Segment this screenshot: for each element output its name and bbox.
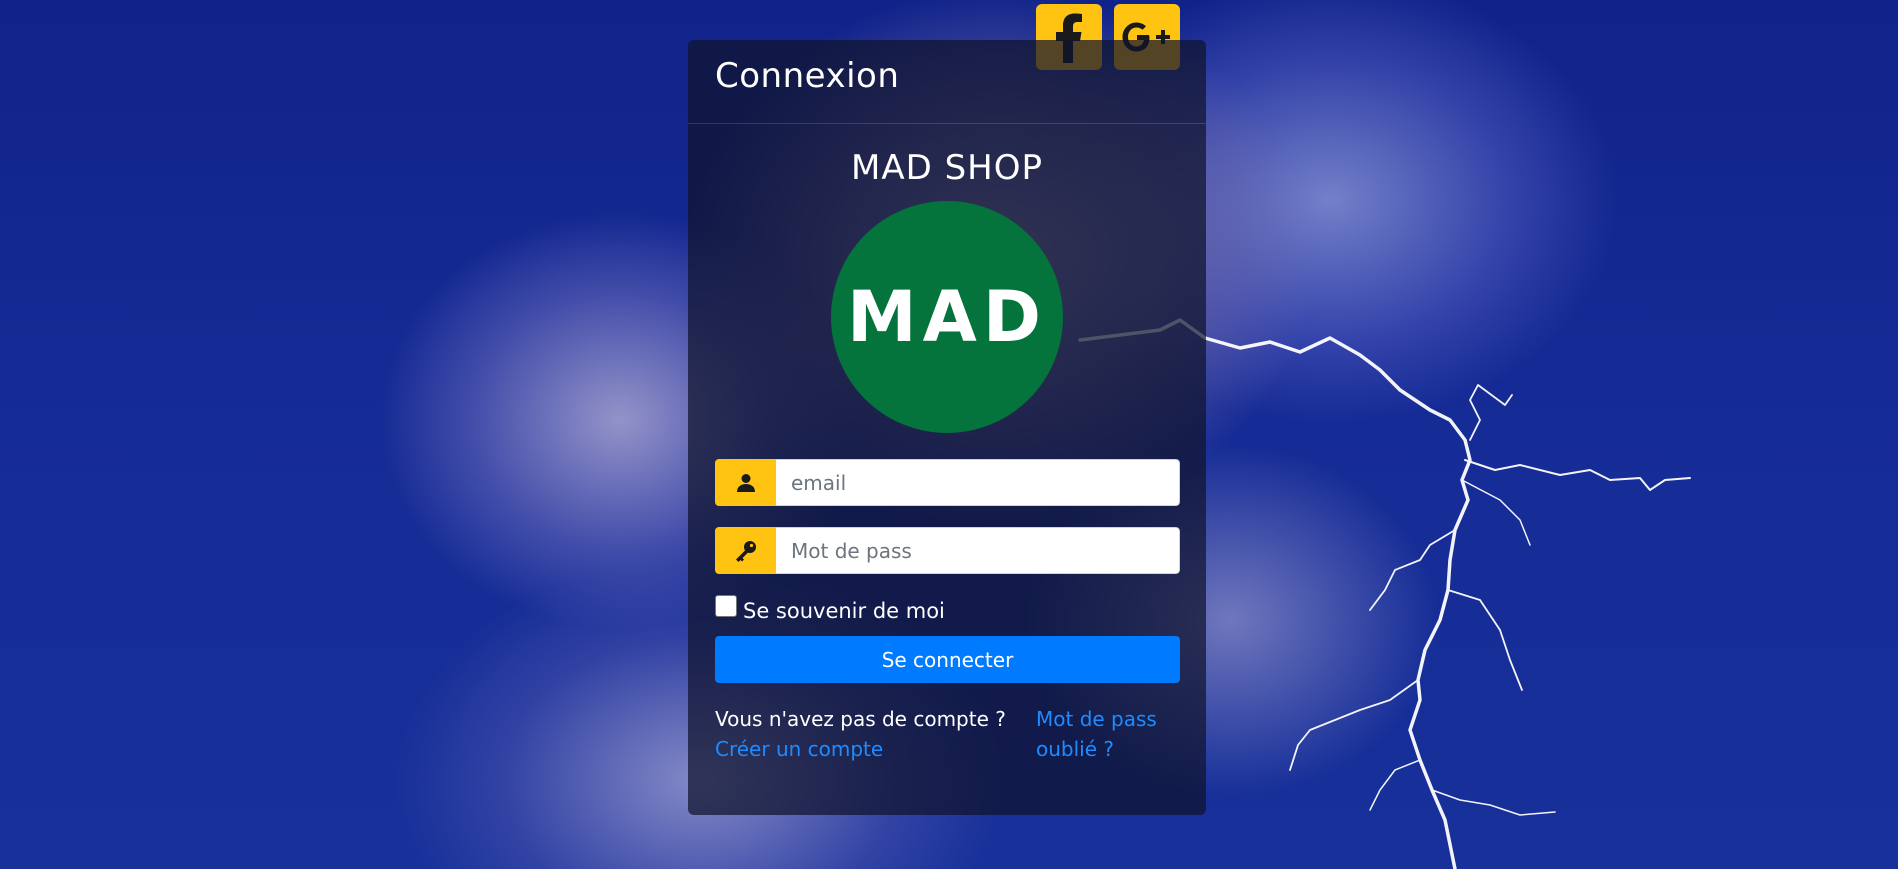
email-input[interactable] — [776, 459, 1180, 506]
signup-prompt: Vous n'avez pas de compte ? Créer un com… — [715, 704, 1006, 764]
user-icon — [715, 459, 776, 506]
create-account-link[interactable]: Créer un compte — [715, 734, 1006, 764]
remember-me-checkbox[interactable] — [715, 595, 737, 617]
login-card: Connexion MAD SHOP MAD Se souvenir de mo… — [688, 40, 1206, 815]
forgot-password-line2[interactable]: oublié ? — [1036, 734, 1186, 764]
login-button[interactable]: Se connecter — [715, 636, 1180, 683]
forgot-password-line1[interactable]: Mot de pass — [1036, 704, 1186, 734]
email-field-group — [715, 459, 1180, 506]
password-input[interactable] — [776, 527, 1180, 574]
shop-logo: MAD — [831, 201, 1063, 433]
key-icon — [715, 527, 776, 574]
forgot-password-link[interactable]: Mot de pass oublié ? — [1036, 704, 1186, 764]
shop-name: MAD SHOP — [851, 148, 1043, 188]
remember-me: Se souvenir de moi — [715, 593, 945, 623]
card-title: Connexion — [715, 56, 900, 96]
remember-me-label[interactable]: Se souvenir de moi — [743, 599, 945, 623]
logo-text: MAD — [847, 276, 1047, 358]
no-account-text: Vous n'avez pas de compte ? — [715, 707, 1006, 731]
card-header-divider — [688, 123, 1206, 124]
password-field-group — [715, 527, 1180, 574]
